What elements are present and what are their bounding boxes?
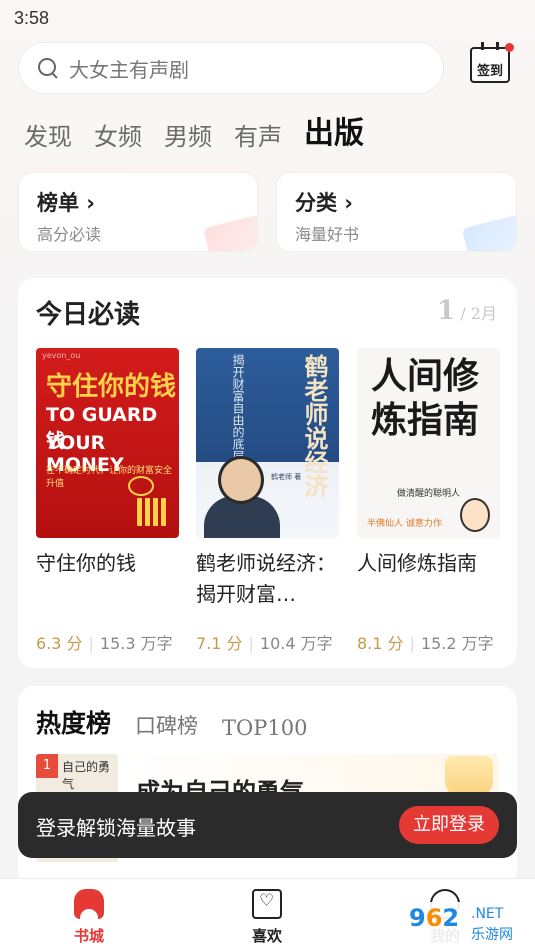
- book-item[interactable]: 鹤老师说经济 揭开财富自由的底层逻辑 鹤老师 著 鹤老师说经济：揭开财富… 7.…: [196, 348, 339, 653]
- login-toast: 登录解锁海量故事 立即登录: [18, 792, 517, 858]
- page-indicator: 1 / 2月: [437, 296, 497, 326]
- calendar-ring-right: [496, 42, 499, 50]
- watermark-digit: 2: [442, 904, 460, 932]
- book-word-count: 15.2 万字: [420, 634, 494, 653]
- watermark-net: .NET: [471, 906, 504, 922]
- page-current: 1: [437, 296, 456, 326]
- book-cover: 鹤老师说经济 揭开财富自由的底层逻辑 鹤老师 著: [196, 348, 339, 538]
- tab-discover[interactable]: 发现: [24, 117, 72, 152]
- categories-title: 分类 ›: [295, 191, 353, 215]
- book-word-count: 15.3 万字: [99, 634, 173, 653]
- checkin-button[interactable]: 签到: [470, 42, 514, 83]
- meta-separator: |: [88, 634, 94, 653]
- cover-author: 半佛仙人 诚意力作: [367, 519, 442, 529]
- nav-favorites[interactable]: 喜欢: [222, 889, 312, 946]
- categories-decoration: [461, 214, 516, 251]
- tab-audio[interactable]: 有声: [234, 117, 282, 152]
- book-score: 7.1 分: [196, 634, 243, 653]
- book-word-count: 10.4 万字: [259, 634, 333, 653]
- book-title: 人间修炼指南: [357, 551, 477, 575]
- categories-entry[interactable]: 分类 › 海量好书: [276, 172, 517, 252]
- login-button[interactable]: 立即登录: [399, 806, 499, 844]
- tab-top100[interactable]: TOP100: [222, 716, 307, 740]
- book-item[interactable]: yevon_ou 守住你的钱 TO GUARD 钱 YOUR MONEY 在不确…: [36, 348, 179, 653]
- search-placeholder: 大女主有声剧: [69, 57, 189, 82]
- tab-hot-ranking[interactable]: 热度榜: [36, 704, 112, 742]
- rank-badge: 1: [36, 754, 58, 778]
- ranking-tabs: 热度榜 口碑榜 TOP100: [36, 704, 331, 742]
- book-score: 6.3 分: [36, 634, 83, 653]
- today-section-title: 今日必读: [36, 300, 141, 330]
- rankings-entry[interactable]: 榜单 › 高分必读: [18, 172, 258, 252]
- meta-separator: |: [409, 634, 415, 653]
- watermark-logo: 962: [409, 904, 459, 932]
- today-must-read-card: 今日必读 1 / 2月 yevon_ou 守住你的钱 TO GUARD 钱 YO…: [18, 278, 517, 668]
- book-cover: yevon_ou 守住你的钱 TO GUARD 钱 YOUR MONEY 在不确…: [36, 348, 179, 538]
- nav-bookstore-label: 书城: [73, 927, 104, 945]
- tab-male[interactable]: 男频: [164, 117, 212, 152]
- book-title: 守住你的钱: [36, 551, 136, 575]
- cover-title: 守住你的钱: [46, 372, 177, 402]
- tab-female[interactable]: 女频: [94, 117, 142, 152]
- categories-subtitle: 海量好书: [295, 225, 360, 244]
- tab-publishing-label: 出版: [304, 116, 364, 151]
- cover-author-tag: yevon_ou: [42, 351, 81, 360]
- rankings-title: 榜单 ›: [37, 191, 95, 215]
- bar-chart-icon: [137, 498, 167, 526]
- cover-subtitle: 做清醒的聪明人: [397, 489, 461, 499]
- author-portrait-face: [218, 456, 264, 504]
- toast-message: 登录解锁海量故事: [36, 816, 196, 840]
- book-meta: 6.3 分 | 15.3 万字: [36, 630, 173, 654]
- bookmark-heart-icon: [252, 889, 282, 919]
- rankings-subtitle: 高分必读: [37, 225, 102, 244]
- calendar-ring-left: [481, 42, 484, 50]
- book-title: 鹤老师说经济：揭开财富…: [196, 551, 336, 606]
- watermark-digit: 9: [409, 904, 426, 932]
- tab-publishing[interactable]: 出版: [304, 108, 364, 154]
- search-icon: [37, 57, 59, 79]
- channel-tabs: 发现 女频 男频 有声 出版: [24, 108, 386, 154]
- book-meta: 7.1 分 | 10.4 万字: [196, 630, 333, 654]
- nav-favorites-label: 喜欢: [251, 927, 282, 945]
- notification-dot: [505, 43, 514, 52]
- cover-title: 人间修炼指南: [371, 355, 480, 441]
- site-watermark: 962 .NET 乐游网: [399, 902, 527, 946]
- tab-hot-ranking-label: 热度榜: [36, 709, 112, 738]
- cartoon-face-icon: [460, 498, 490, 532]
- status-time: 3:58: [14, 8, 50, 28]
- watermark-digit: 6: [425, 904, 443, 932]
- book-cover: 人间修炼指南 做清醒的聪明人 半佛仙人 诚意力作: [357, 348, 500, 538]
- cover-tagline: 在不确定时代，让你的财富安全升值: [46, 466, 173, 489]
- cover-author: 鹤老师 著: [271, 473, 302, 481]
- meta-separator: |: [248, 634, 254, 653]
- checkin-label: 签到: [476, 64, 503, 79]
- book-meta: 8.1 分 | 15.2 万字: [357, 630, 494, 654]
- search-bar[interactable]: 大女主有声剧: [18, 42, 444, 94]
- book-score: 8.1 分: [357, 634, 404, 653]
- rankings-decoration: [203, 214, 257, 251]
- tab-reputation-ranking[interactable]: 口碑榜: [135, 710, 198, 740]
- bee-icon: [128, 476, 154, 496]
- bookstore-icon: [74, 889, 104, 919]
- book-item[interactable]: 人间修炼指南 做清醒的聪明人 半佛仙人 诚意力作 人间修炼指南 8.1 分 | 15…: [357, 348, 500, 653]
- ranking-cover-title: 自己的勇气: [62, 760, 111, 791]
- page-total: / 2月: [460, 304, 497, 323]
- nav-bookstore[interactable]: 书城: [44, 889, 134, 946]
- watermark-site: 乐游网: [471, 927, 513, 943]
